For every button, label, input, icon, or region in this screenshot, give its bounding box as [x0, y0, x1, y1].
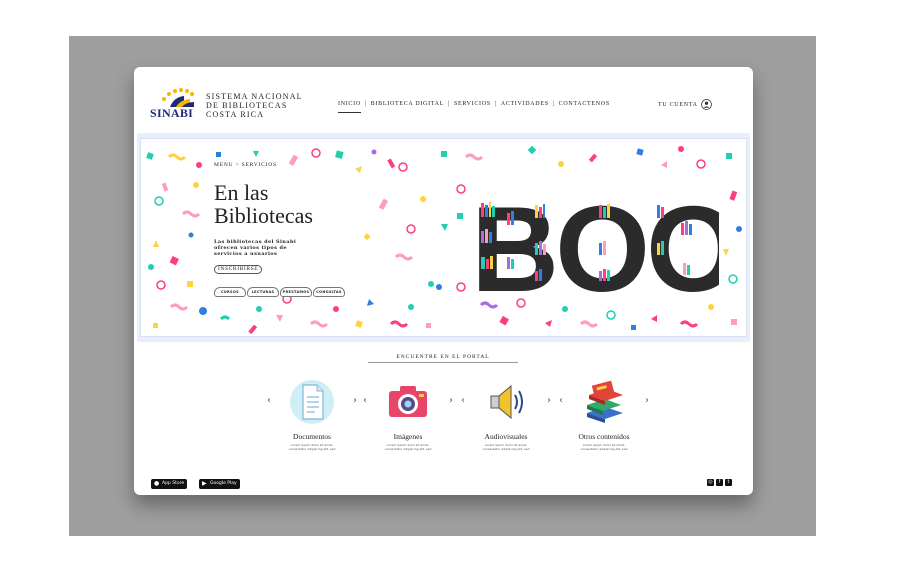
- nav-actividades[interactable]: ACTIVIDADES: [501, 101, 549, 107]
- nav-separator: |: [364, 101, 367, 107]
- facebook-icon[interactable]: f: [716, 479, 723, 486]
- books-icon: [587, 380, 623, 423]
- app-store-badge[interactable]: ● App Store: [151, 479, 188, 489]
- nav-biblioteca-digital[interactable]: BIBLIOTECA DIGITAL: [371, 101, 444, 107]
- website-mockup: SINABI SISTEMA NACIONAL DE BIBLIOTECAS C…: [134, 67, 753, 495]
- portal-item-audiovisuales[interactable]: ‹ › Audiovisuales Lorem ipsum dolor sit …: [461, 375, 551, 457]
- hero-panel: MENU > SERVICIOS En las Bibliotecas Las …: [140, 138, 747, 337]
- book-word: BOOK: [471, 183, 719, 295]
- social-links: ◎ f t: [705, 479, 732, 486]
- nav-separator: |: [552, 101, 555, 107]
- account-link[interactable]: TU CUENTA: [658, 99, 712, 110]
- twitter-icon[interactable]: t: [725, 479, 732, 486]
- brand-name: SISTEMA NACIONAL DE BIBLIOTECAS COSTA RI…: [206, 92, 303, 119]
- portal-item-desc: Lorem ipsum dolor sit amet, consectetur …: [384, 443, 432, 451]
- hero-banner: MENU > SERVICIOS En las Bibliotecas Las …: [137, 133, 750, 342]
- portal-item-desc: Lorem ipsum dolor sit amet, consectetur …: [580, 443, 628, 451]
- breadcrumb: MENU > SERVICIOS: [214, 162, 277, 168]
- logo-text: SINABI: [150, 106, 194, 120]
- portal-item-imagenes[interactable]: ‹ › Imágenes Lorem ipsum dolor sit amet,…: [363, 375, 453, 457]
- document-icon: [290, 380, 334, 424]
- portal-item-otros-contenidos[interactable]: ‹ › Otros contenidos Lorem ipsum dolor s…: [559, 375, 649, 457]
- chevron-right-icon[interactable]: ›: [353, 395, 357, 406]
- nav-separator: |: [448, 101, 450, 107]
- chevron-right-icon[interactable]: ›: [449, 395, 453, 406]
- nav-servicios[interactable]: SERVICIOS: [454, 101, 491, 107]
- portal-item-desc: Lorem ipsum dolor sit amet, consectetur …: [482, 443, 530, 451]
- portal-item-title: Audiovisuales: [484, 432, 528, 441]
- hero-title: En las Bibliotecas: [214, 180, 313, 228]
- portal-item-title: Documentos: [293, 432, 331, 441]
- chevron-right-icon[interactable]: ›: [645, 395, 649, 406]
- chevron-left-icon[interactable]: ‹: [363, 395, 367, 406]
- instagram-icon[interactable]: ◎: [707, 479, 714, 486]
- nav-contactenos[interactable]: CONTACTENOS: [559, 101, 610, 107]
- nav-inicio[interactable]: INICIO: [338, 101, 361, 113]
- account-label: TU CUENTA: [658, 101, 698, 108]
- google-play-badge[interactable]: ▶ Google Play: [199, 479, 240, 489]
- pill-lecturas[interactable]: LECTURAS: [247, 287, 279, 297]
- play-icon: ▶: [202, 480, 207, 487]
- speaker-icon: [490, 384, 523, 420]
- portal-title: ENCUENTRE EN EL PORTAL: [396, 354, 490, 360]
- chevron-left-icon[interactable]: ‹: [461, 395, 465, 406]
- subscribe-button[interactable]: INSCRIBIRSE: [214, 265, 263, 274]
- chevron-left-icon[interactable]: ‹: [559, 395, 563, 406]
- pill-prestamos[interactable]: PRESTAMOS: [280, 287, 312, 297]
- pill-consultas[interactable]: CONSULTAS: [313, 287, 345, 297]
- apple-icon: ●: [154, 480, 160, 487]
- pill-cursos[interactable]: CURSOS: [214, 287, 246, 297]
- chevron-left-icon[interactable]: ‹: [267, 395, 271, 406]
- camera-icon: [389, 386, 427, 417]
- main-nav: INICIO | BIBLIOTECA DIGITAL | SERVICIOS …: [338, 101, 610, 113]
- service-pills: CURSOS LECTURAS PRESTAMOS CONSULTAS: [214, 287, 346, 297]
- portal-item-title: Otros contenidos: [578, 432, 630, 441]
- user-icon: [700, 99, 712, 110]
- chevron-right-icon[interactable]: ›: [547, 395, 551, 406]
- book-illustration: BOOK: [471, 183, 719, 295]
- portal-item-title: Imágenes: [393, 432, 423, 441]
- portal-divider: [368, 362, 518, 363]
- portal-item-documentos[interactable]: ‹ › Documentos Lorem ipsum dolor sit ame…: [267, 375, 357, 457]
- portal-item-desc: Lorem ipsum dolor sit amet, consectetur …: [288, 443, 336, 451]
- nav-separator: |: [494, 101, 497, 107]
- hero-description: Las bibliotecas del Sinabi ofrecen vario…: [214, 239, 297, 257]
